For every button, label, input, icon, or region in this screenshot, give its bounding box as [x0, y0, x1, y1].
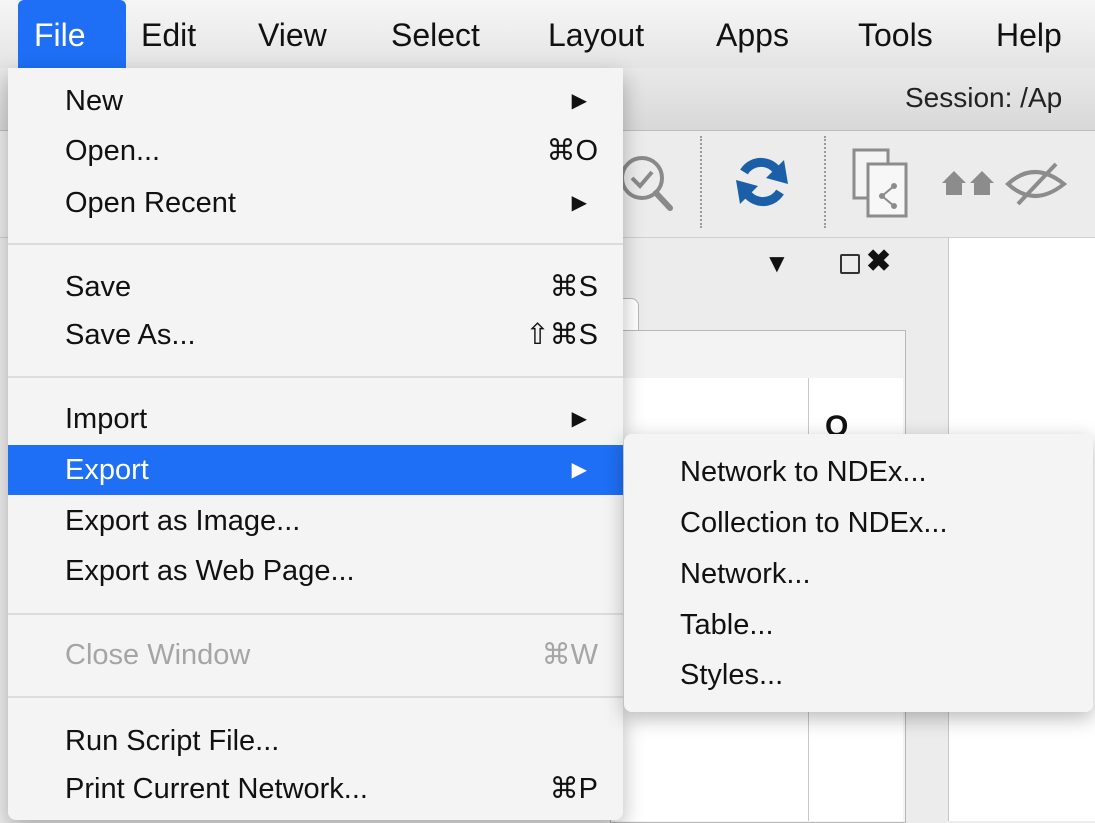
menu-separator [8, 376, 623, 378]
menu-item-label: Run Script File... [65, 725, 280, 757]
panel-dropdown-icon[interactable]: ▼ [764, 248, 790, 279]
toolbar-separator [700, 136, 702, 228]
menu-item-open-recent[interactable]: Open Recent ▶ [8, 178, 623, 228]
submenu-arrow-icon: ▶ [571, 408, 587, 430]
submenu-item-label: Styles... [680, 659, 784, 691]
menu-item-label: Save As... [65, 319, 196, 351]
toolbar-separator [824, 136, 826, 228]
menu-item-export-as-web-page[interactable]: Export as Web Page... [8, 546, 623, 596]
file-menu: New ▶ Open... ⌘O Open Recent ▶ Save ⌘S S… [8, 68, 623, 820]
menu-item-label: Print Current Network... [65, 773, 368, 805]
menu-item-shortcut: ⌘S [549, 271, 598, 303]
menubar-help[interactable]: Help [996, 0, 1062, 68]
menubar-apps[interactable]: Apps [716, 0, 789, 68]
menu-item-label: Open Recent [65, 187, 236, 219]
menu-separator [8, 696, 623, 698]
submenu-item-label: Network to NDEx... [680, 456, 927, 488]
export-submenu: Network to NDEx... Collection to NDEx...… [624, 434, 1093, 712]
menu-item-label: Import [65, 403, 148, 435]
menu-item-label: New [65, 85, 124, 117]
menu-item-open[interactable]: Open... ⌘O [8, 126, 623, 176]
submenu-item-label: Collection to NDEx... [680, 507, 948, 539]
submenu-item-collection-to-ndex[interactable]: Collection to NDEx... [624, 498, 1093, 549]
panel-float-icon[interactable] [840, 254, 860, 274]
zoom-selected-icon[interactable] [620, 150, 676, 214]
menu-bar: File Edit View Select Layout Apps Tools … [0, 0, 1095, 69]
menubar-select[interactable]: Select [391, 0, 480, 68]
menu-item-shortcut: ⌘P [549, 773, 598, 805]
menu-separator [8, 613, 623, 615]
submenu-item-network-to-ndex[interactable]: Network to NDEx... [624, 447, 1093, 498]
menubar-layout[interactable]: Layout [548, 0, 644, 68]
panel-close-icon[interactable]: ✖ [866, 244, 891, 279]
menubar-file[interactable]: File [18, 0, 126, 68]
menu-item-label: Export as Web Page... [65, 555, 355, 587]
menubar-edit[interactable]: Edit [141, 0, 196, 68]
menu-item-shortcut: ⌘O [546, 135, 598, 167]
menu-item-import[interactable]: Import ▶ [8, 394, 623, 444]
new-network-from-selection-icon[interactable] [850, 146, 916, 222]
submenu-item-network[interactable]: Network... [624, 549, 1093, 600]
menu-item-print-current-network[interactable]: Print Current Network... ⌘P [8, 764, 623, 814]
submenu-item-table[interactable]: Table... [624, 600, 1093, 651]
menu-item-label: Export [65, 454, 149, 486]
submenu-arrow-icon: ▶ [571, 459, 587, 481]
menu-item-shortcut: ⇧⌘S [525, 319, 598, 351]
menu-item-save[interactable]: Save ⌘S [8, 262, 623, 312]
submenu-item-label: Table... [680, 609, 774, 641]
menubar-view[interactable]: View [258, 0, 327, 68]
menu-item-new[interactable]: New ▶ [8, 76, 623, 126]
menu-item-label: Close Window [65, 639, 251, 671]
menu-item-label: Export as Image... [65, 505, 301, 537]
menu-separator [8, 243, 623, 245]
menu-item-save-as[interactable]: Save As... ⇧⌘S [8, 310, 623, 360]
submenu-item-styles[interactable]: Styles... [624, 650, 1093, 701]
menu-item-run-script-file[interactable]: Run Script File... [8, 716, 623, 766]
menu-item-shortcut: ⌘W [541, 639, 598, 671]
menu-item-label: Save [65, 271, 132, 303]
menu-item-label: Open... [65, 135, 161, 167]
menu-item-close-window: Close Window ⌘W [8, 630, 623, 680]
menu-item-export[interactable]: Export ▶ [8, 445, 623, 495]
submenu-arrow-icon: ▶ [571, 90, 587, 112]
submenu-arrow-icon: ▶ [571, 192, 587, 214]
session-label: Session: /Ap [905, 82, 1063, 113]
menu-item-export-as-image[interactable]: Export as Image... [8, 496, 623, 546]
show-all-icon[interactable] [940, 165, 998, 201]
menubar-tools[interactable]: Tools [858, 0, 933, 68]
submenu-item-label: Network... [680, 558, 811, 590]
refresh-icon[interactable] [732, 154, 792, 210]
hide-icon[interactable] [1004, 160, 1095, 206]
